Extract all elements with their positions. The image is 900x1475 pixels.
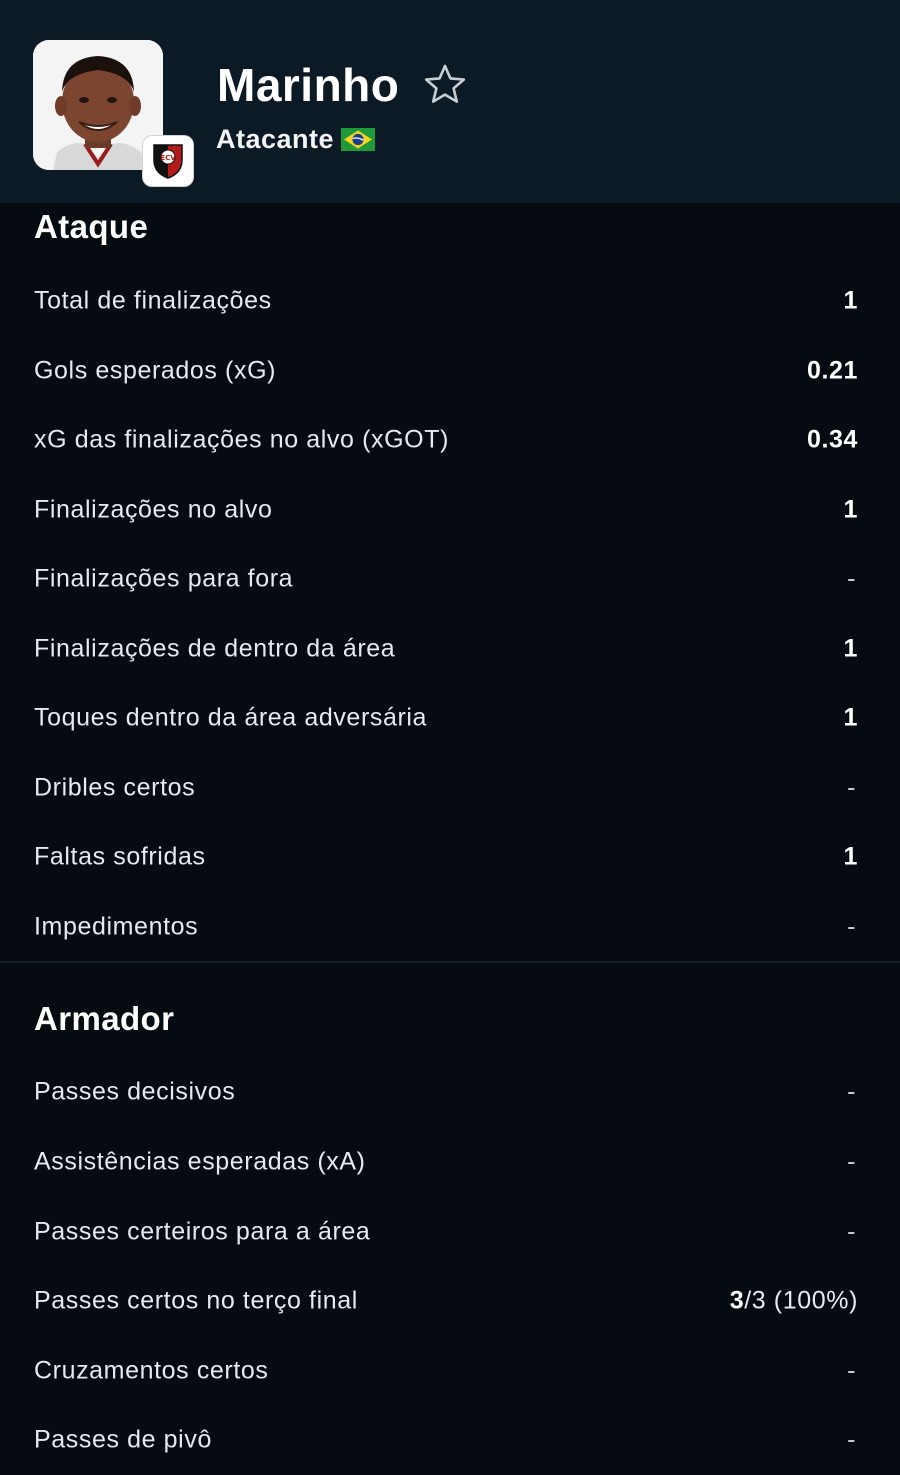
- stat-value: -: [847, 1077, 856, 1106]
- stat-row[interactable]: Passes de pivô -: [0, 1405, 900, 1475]
- stat-row[interactable]: Toques dentro da área adversária 1: [0, 683, 900, 753]
- stat-value: -: [847, 1356, 856, 1385]
- player-name: Marinho: [217, 59, 400, 111]
- club-crest-icon[interactable]: ECV: [143, 136, 193, 186]
- stat-label: Passes decisivos: [34, 1077, 236, 1106]
- stat-value: -: [847, 912, 856, 941]
- stat-value: 3/3 (100%): [730, 1287, 858, 1316]
- stat-value: 1: [843, 842, 858, 871]
- stat-value: 0.21: [806, 356, 858, 385]
- stat-label: Assistências esperadas (xA): [34, 1147, 366, 1176]
- player-header: ECV Marinho Atacante: [0, 0, 900, 203]
- stat-value: 1: [843, 703, 858, 732]
- stat-row[interactable]: Finalizações no alvo 1: [0, 475, 900, 545]
- stat-label: Passes certos no terço final: [34, 1286, 358, 1315]
- stat-value: -: [847, 564, 856, 593]
- stat-value: -: [847, 1217, 856, 1246]
- section-title-armador: Armador: [34, 1000, 175, 1037]
- stat-row[interactable]: Dribles certos -: [0, 753, 900, 823]
- stat-row[interactable]: Finalizações de dentro da área 1: [0, 614, 900, 684]
- stat-label: Toques dentro da área adversária: [34, 703, 428, 732]
- stat-value-success: 3: [729, 1286, 745, 1315]
- section-divider: [0, 961, 900, 963]
- star-outline-icon[interactable]: [422, 62, 468, 108]
- stat-row[interactable]: Passes decisivos -: [0, 1057, 900, 1127]
- section-title-ataque: Ataque: [34, 208, 149, 245]
- stat-row[interactable]: Total de finalizações 1: [0, 266, 900, 336]
- stat-label: Finalizações no alvo: [34, 495, 273, 524]
- stat-label: Passes certeiros para a área: [34, 1217, 371, 1246]
- stat-value: 1: [843, 286, 858, 315]
- stat-label: Finalizações para fora: [34, 564, 294, 593]
- stat-row[interactable]: Passes certeiros para a área -: [0, 1197, 900, 1267]
- stat-row[interactable]: Cruzamentos certos -: [0, 1336, 900, 1406]
- stat-label: Gols esperados (xG): [34, 356, 277, 385]
- stat-value-total: /3 (100%): [744, 1286, 858, 1315]
- stat-label: Faltas sofridas: [34, 842, 206, 871]
- stat-row[interactable]: Impedimentos -: [0, 892, 900, 962]
- stat-value: 1: [843, 634, 858, 663]
- stat-value: -: [847, 1425, 856, 1454]
- stat-label: Passes de pivô: [34, 1425, 212, 1454]
- stat-row[interactable]: xG das finalizações no alvo (xGOT) 0.34: [0, 405, 900, 475]
- brazil-flag-icon: [341, 128, 375, 151]
- stat-row[interactable]: Passes certos no terço final 3/3 (100%): [0, 1266, 900, 1336]
- stat-value: 1: [843, 495, 858, 524]
- stat-label: Finalizações de dentro da área: [34, 634, 396, 663]
- stat-value: 0.34: [806, 425, 858, 454]
- stat-value: -: [847, 1147, 856, 1176]
- player-position: Atacante: [216, 124, 335, 154]
- stat-label: Impedimentos: [34, 912, 199, 941]
- stat-row[interactable]: Finalizações para fora -: [0, 544, 900, 614]
- stat-label: xG das finalizações no alvo (xGOT): [34, 425, 449, 454]
- stat-row[interactable]: Faltas sofridas 1: [0, 822, 900, 892]
- stat-label: Cruzamentos certos: [34, 1356, 269, 1385]
- stat-label: Dribles certos: [34, 773, 196, 802]
- stat-row[interactable]: Assistências esperadas (xA) -: [0, 1127, 900, 1197]
- stat-row[interactable]: Gols esperados (xG) 0.21: [0, 336, 900, 406]
- svg-text:ECV: ECV: [160, 154, 176, 162]
- stat-label: Total de finalizações: [34, 286, 272, 315]
- stat-value: -: [847, 773, 856, 802]
